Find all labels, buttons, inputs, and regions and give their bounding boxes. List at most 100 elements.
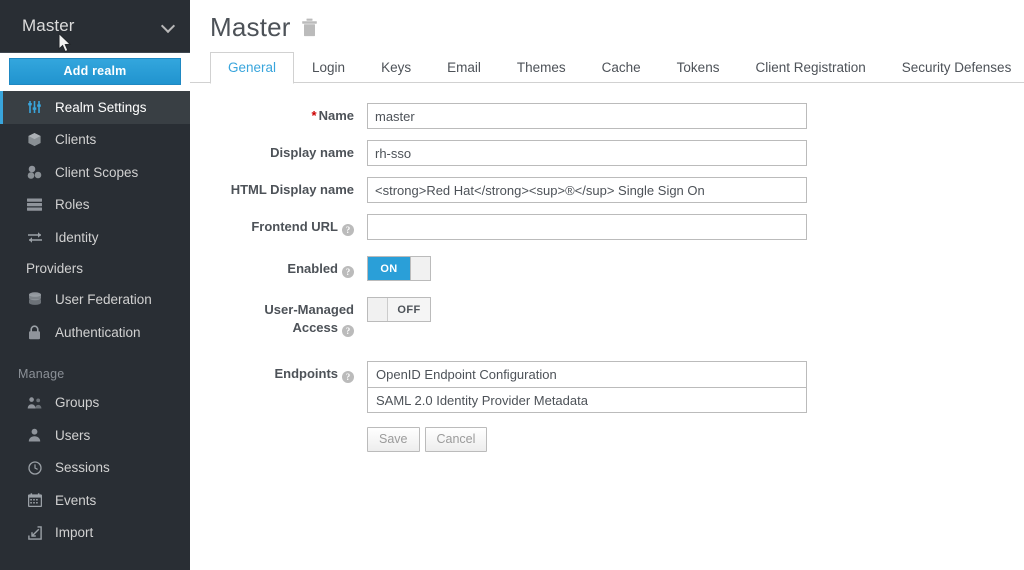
exchange-arrows-icon — [26, 229, 43, 245]
form-row-html-display-name: HTML Display name — [190, 177, 1024, 203]
endpoints-label-text: Endpoints — [274, 366, 338, 381]
help-circle-icon[interactable]: ? — [342, 325, 354, 337]
frontend-url-label-text: Frontend URL — [251, 219, 338, 234]
enabled-label-text: Enabled — [287, 261, 338, 276]
sidebar-item-roles[interactable]: Roles — [0, 189, 190, 222]
frontend-url-label: Frontend URL? — [190, 214, 367, 236]
calendar-icon — [26, 492, 43, 508]
sidebar-nav-configure: Realm Settings Clients Client Scopes Rol… — [0, 91, 190, 254]
sidebar: Master Add realm Realm Settings Clients … — [0, 0, 190, 570]
sidebar-item-label: Events — [55, 492, 97, 508]
sliders-icon — [26, 99, 43, 115]
tab-bar: General Login Keys Email Themes Cache To… — [190, 50, 1024, 84]
tab-client-registration[interactable]: Client Registration — [737, 52, 883, 84]
sidebar-item-label: Realm Settings — [55, 99, 147, 115]
sidebar-item-sessions[interactable]: Sessions — [0, 452, 190, 485]
sidebar-item-client-scopes[interactable]: Client Scopes — [0, 156, 190, 189]
tab-cache[interactable]: Cache — [584, 52, 659, 84]
page-title: Master — [210, 11, 291, 42]
tab-tokens[interactable]: Tokens — [659, 52, 738, 84]
user-managed-access-toggle-state: OFF — [388, 298, 430, 321]
enabled-label: Enabled? — [190, 256, 367, 278]
form-row-frontend-url: Frontend URL? — [190, 214, 1024, 240]
help-circle-icon[interactable]: ? — [342, 224, 354, 236]
form-row-enabled: Enabled? ON — [190, 256, 1024, 281]
sidebar-item-import[interactable]: Import — [0, 517, 190, 550]
sidebar-item-events[interactable]: Events — [0, 484, 190, 517]
molecule-icon — [26, 164, 43, 180]
chevron-down-icon — [162, 19, 176, 33]
endpoint-link-openid-configuration[interactable]: OpenID Endpoint Configuration — [367, 361, 807, 387]
enabled-toggle-state: ON — [368, 257, 410, 280]
endpoints-label: Endpoints? — [190, 361, 367, 383]
clock-icon — [26, 460, 43, 476]
sidebar-item-label: Groups — [55, 395, 100, 411]
tab-login[interactable]: Login — [294, 52, 363, 84]
import-arrow-icon — [26, 525, 43, 541]
frontend-url-input[interactable] — [367, 214, 807, 240]
sidebar-item-groups[interactable]: Groups — [0, 387, 190, 420]
sidebar-item-clients[interactable]: Clients — [0, 124, 190, 157]
app-root: Master Add realm Realm Settings Clients … — [0, 0, 1024, 570]
sidebar-item-realm-settings[interactable]: Realm Settings — [0, 91, 190, 124]
list-icon — [26, 197, 43, 213]
add-realm-button[interactable]: Add realm — [9, 58, 181, 85]
sidebar-item-label: Roles — [55, 197, 90, 213]
html-display-name-input[interactable] — [367, 177, 807, 203]
sidebar-item-label: Import — [55, 525, 94, 541]
form-row-endpoints: Endpoints? OpenID Endpoint Configuration… — [190, 361, 1024, 452]
database-icon — [26, 292, 43, 308]
form-actions: Save Cancel — [367, 427, 807, 452]
sidebar-item-label: Authentication — [55, 324, 141, 340]
user-icon — [26, 427, 43, 443]
endpoints-list: OpenID Endpoint Configuration SAML 2.0 I… — [367, 361, 807, 413]
page-header: Master — [190, 0, 1024, 44]
cancel-button[interactable]: Cancel — [424, 427, 488, 452]
form-row-user-managed-access: User-Managed Access? OFF — [190, 297, 1024, 337]
sidebar-nav-configure-2: User Federation Authentication — [0, 284, 190, 349]
sidebar-item-label: User Federation — [55, 292, 152, 308]
realm-selector-label: Master — [22, 16, 75, 35]
sidebar-item-label: Users — [55, 427, 91, 443]
toggle-knob — [410, 257, 430, 280]
user-managed-access-toggle[interactable]: OFF — [367, 297, 431, 322]
endpoint-link-saml-metadata[interactable]: SAML 2.0 Identity Provider Metadata — [367, 387, 807, 413]
users-group-icon — [26, 395, 43, 411]
help-circle-icon[interactable]: ? — [342, 266, 354, 278]
tab-keys[interactable]: Keys — [363, 52, 429, 84]
tab-email[interactable]: Email — [429, 52, 499, 84]
sidebar-item-authentication[interactable]: Authentication — [0, 316, 190, 349]
lock-icon — [26, 324, 43, 340]
sidebar-item-label: Clients — [55, 132, 97, 148]
sidebar-nav-manage: Groups Users Sessions Events Import — [0, 387, 190, 550]
sidebar-item-label: Identity — [55, 229, 99, 245]
tab-themes[interactable]: Themes — [499, 52, 584, 84]
tab-general[interactable]: General — [210, 52, 295, 84]
help-circle-icon[interactable]: ? — [342, 371, 354, 383]
sidebar-item-label: Client Scopes — [55, 164, 139, 180]
user-managed-access-label-line2: Access — [292, 320, 338, 335]
html-display-name-label: HTML Display name — [230, 182, 354, 197]
form-row-name: * Name — [190, 103, 1024, 129]
name-input[interactable] — [367, 103, 807, 129]
cube-icon — [26, 132, 43, 148]
display-name-input[interactable] — [367, 140, 807, 166]
sidebar-item-users[interactable]: Users — [0, 419, 190, 452]
realm-selector[interactable]: Master — [0, 0, 190, 52]
main-content: Master General Login Keys Email Themes C… — [190, 0, 1024, 570]
sidebar-item-identity-providers[interactable]: Identity — [0, 221, 190, 254]
save-button[interactable]: Save — [367, 427, 420, 452]
user-managed-access-label-line1: User-Managed — [264, 302, 354, 317]
name-label: * Name — [190, 103, 367, 124]
sidebar-item-providers[interactable]: Providers — [0, 254, 190, 284]
enabled-toggle[interactable]: ON — [367, 256, 431, 281]
trash-icon[interactable] — [301, 18, 318, 37]
general-settings-form: *Name Display name HTML Display name Fro… — [190, 83, 1024, 452]
sidebar-item-user-federation[interactable]: User Federation — [0, 284, 190, 317]
display-name-label: Display name — [270, 145, 354, 160]
tab-security-defenses[interactable]: Security Defenses — [884, 52, 1024, 84]
sidebar-item-label: Sessions — [55, 460, 110, 476]
user-managed-access-label: User-Managed Access? — [190, 297, 367, 337]
add-realm-strip: Add realm — [0, 52, 190, 91]
toggle-knob — [368, 298, 388, 321]
